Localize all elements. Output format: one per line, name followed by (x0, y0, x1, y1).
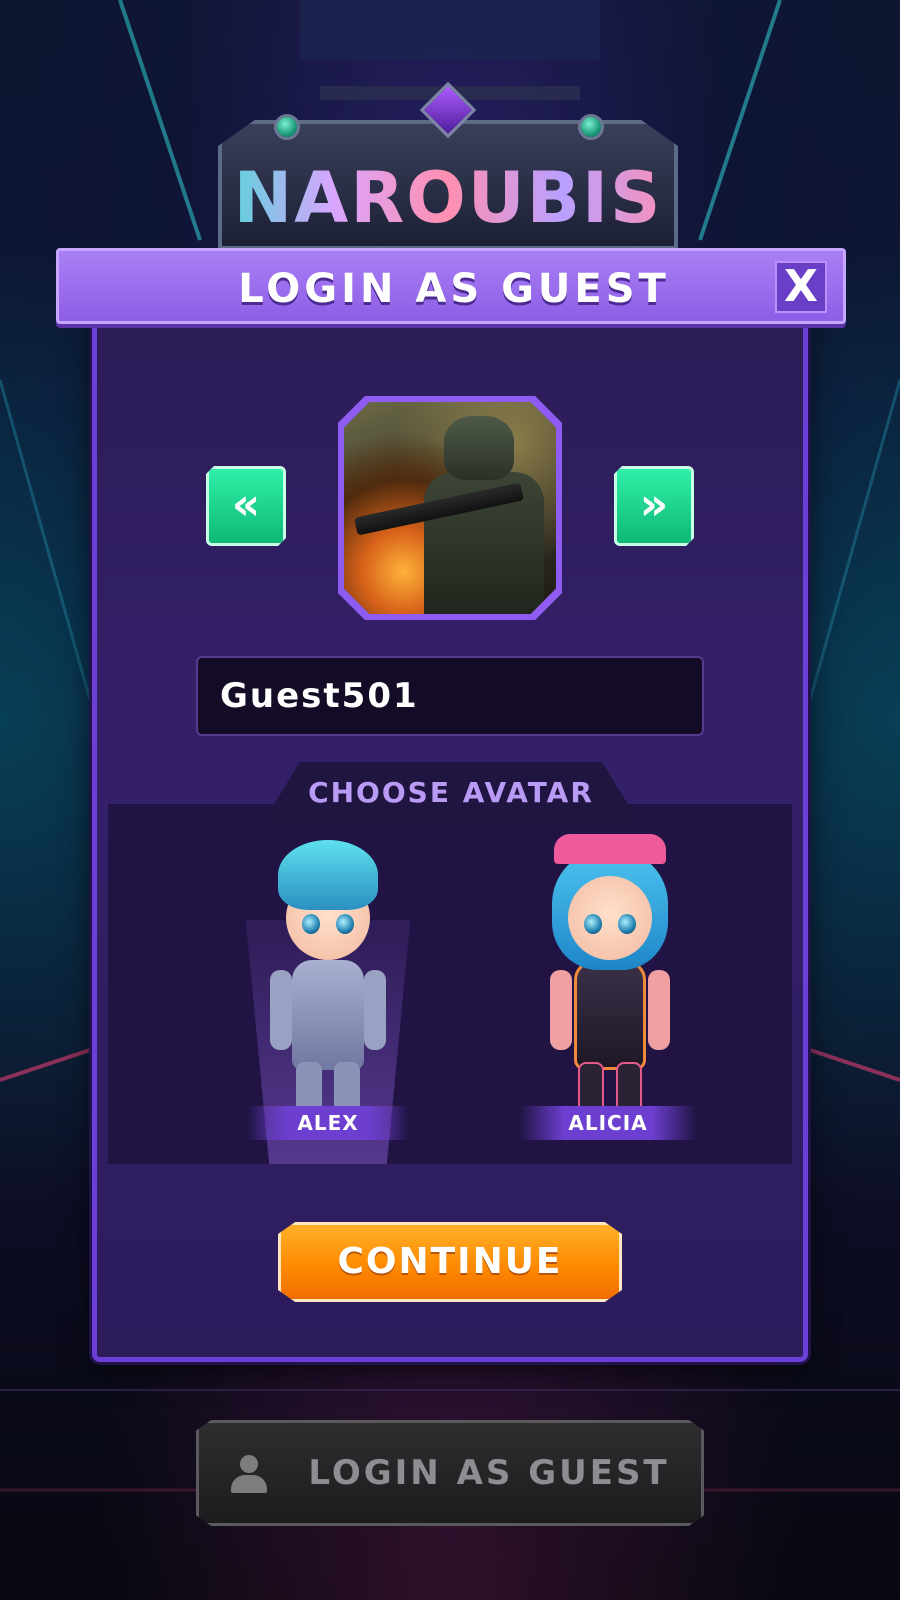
double-chevron-left-icon: « (231, 479, 261, 530)
logo-gem-icon (274, 114, 300, 140)
soldier-portrait-image (344, 402, 556, 614)
choose-avatar-label: CHOOSE AVATAR (308, 776, 594, 809)
avatar-option-alicia[interactable] (530, 834, 690, 1140)
avatar-name-alex: ALEX (248, 1106, 408, 1140)
logo-gem-icon (578, 114, 604, 140)
game-screen: NAROUBIS LOGIN AS GUEST X « » Guest501 C… (0, 0, 900, 1600)
avatar-eye (302, 914, 320, 934)
next-portrait-button[interactable]: » (614, 466, 694, 546)
avatar-option-alex[interactable] (248, 840, 408, 1140)
user-icon-torso (231, 1475, 267, 1493)
game-logo: NAROUBIS (218, 81, 678, 260)
previous-portrait-button[interactable]: « (206, 466, 286, 546)
soldier-helmet (444, 416, 514, 480)
double-chevron-right-icon: » (639, 479, 669, 530)
avatar-arm (364, 970, 386, 1050)
avatar-arm (550, 970, 572, 1050)
avatar-headphones (554, 834, 666, 864)
avatar-hair (278, 840, 378, 910)
avatar-name-alicia: ALICIA (520, 1106, 696, 1140)
profile-portrait (338, 396, 562, 620)
avatar-arm (270, 970, 292, 1050)
login-as-guest-label: LOGIN AS GUEST (308, 1453, 670, 1493)
close-button[interactable]: X (775, 261, 827, 313)
avatar-body (292, 960, 364, 1070)
login-as-guest-button[interactable]: LOGIN AS GUEST (196, 1420, 704, 1526)
continue-button[interactable]: CONTINUE (278, 1222, 622, 1302)
user-icon-head (240, 1455, 258, 1473)
avatar-eye (336, 914, 354, 934)
avatar-eye (618, 914, 636, 934)
avatar-body (574, 960, 646, 1070)
dialog-title: LOGIN AS GUEST (238, 266, 670, 312)
avatar-face (568, 876, 652, 960)
user-icon (229, 1455, 269, 1495)
logo-text: NAROUBIS (218, 158, 678, 238)
avatar-arm (648, 970, 670, 1050)
avatar-eye (584, 914, 602, 934)
guest-name-field[interactable]: Guest501 (196, 656, 704, 736)
dialog-header: LOGIN AS GUEST X (56, 248, 846, 324)
